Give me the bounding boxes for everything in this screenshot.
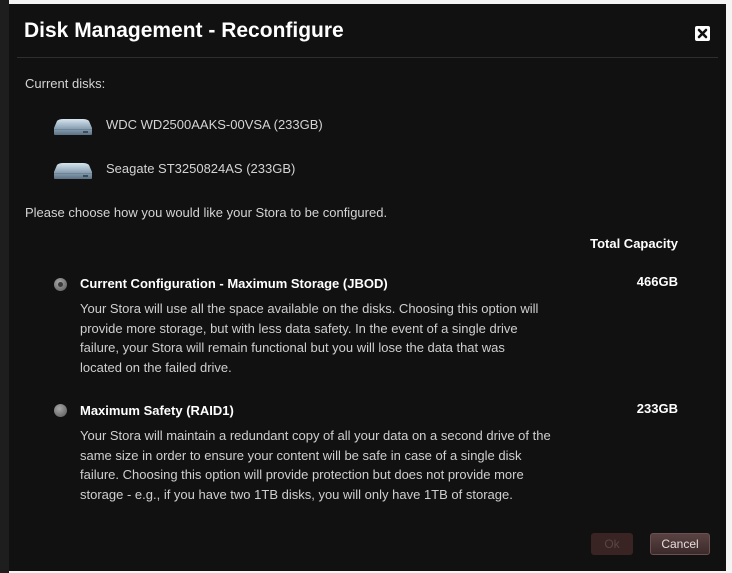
dialog-title: Disk Management - Reconfigure (24, 19, 344, 42)
total-capacity-header: Total Capacity (590, 236, 678, 251)
close-button[interactable] (695, 26, 710, 41)
cancel-button[interactable]: Cancel (650, 533, 710, 555)
configuration-prompt: Please choose how you would like your St… (25, 205, 388, 220)
description-line: failure. Choosing this option will provi… (80, 467, 524, 482)
description-line: storage - e.g., if you have two 1TB disk… (80, 486, 513, 502)
disk-management-dialog: Disk Management - Reconfigure Current di… (9, 4, 726, 571)
disk-item-2: Seagate ST3250824AS (233GB) (106, 161, 296, 176)
title-divider (17, 57, 718, 58)
dialog-titlebar: Disk Management - Reconfigure (9, 4, 726, 56)
option-raid1-capacity: 233GB (636, 401, 678, 416)
backdrop (0, 0, 9, 573)
option-jbod-title[interactable]: Current Configuration - Maximum Storage … (80, 276, 388, 291)
option-jbod-capacity: 466GB (636, 274, 678, 289)
hard-drive-icon (54, 163, 92, 179)
ok-button[interactable]: Ok (591, 533, 633, 555)
option-jbod-description: Your Stora will use all the space availa… (80, 299, 538, 377)
option-raid1-description: Your Stora will maintain a redundant cop… (80, 426, 551, 504)
description-line: located on the failed drive. (80, 359, 232, 375)
current-disks-label: Current disks: (25, 76, 106, 91)
description-line: provide more storage, but with less data… (80, 320, 518, 336)
option-raid1-title[interactable]: Maximum Safety (RAID1) (80, 403, 234, 418)
hard-drive-icon (54, 119, 92, 135)
radio-raid1[interactable] (54, 404, 67, 417)
disk-item-1: WDC WD2500AAKS-00VSA (233GB) (106, 117, 323, 132)
description-line: same size in order to ensure your conten… (80, 447, 522, 463)
close-icon (697, 28, 708, 39)
description-line: failure, your Stora will remain function… (80, 340, 505, 355)
radio-jbod[interactable] (54, 278, 67, 291)
description-line: Your Stora will use all the space availa… (80, 301, 539, 316)
description-line: Your Stora will maintain a redundant cop… (80, 428, 551, 443)
